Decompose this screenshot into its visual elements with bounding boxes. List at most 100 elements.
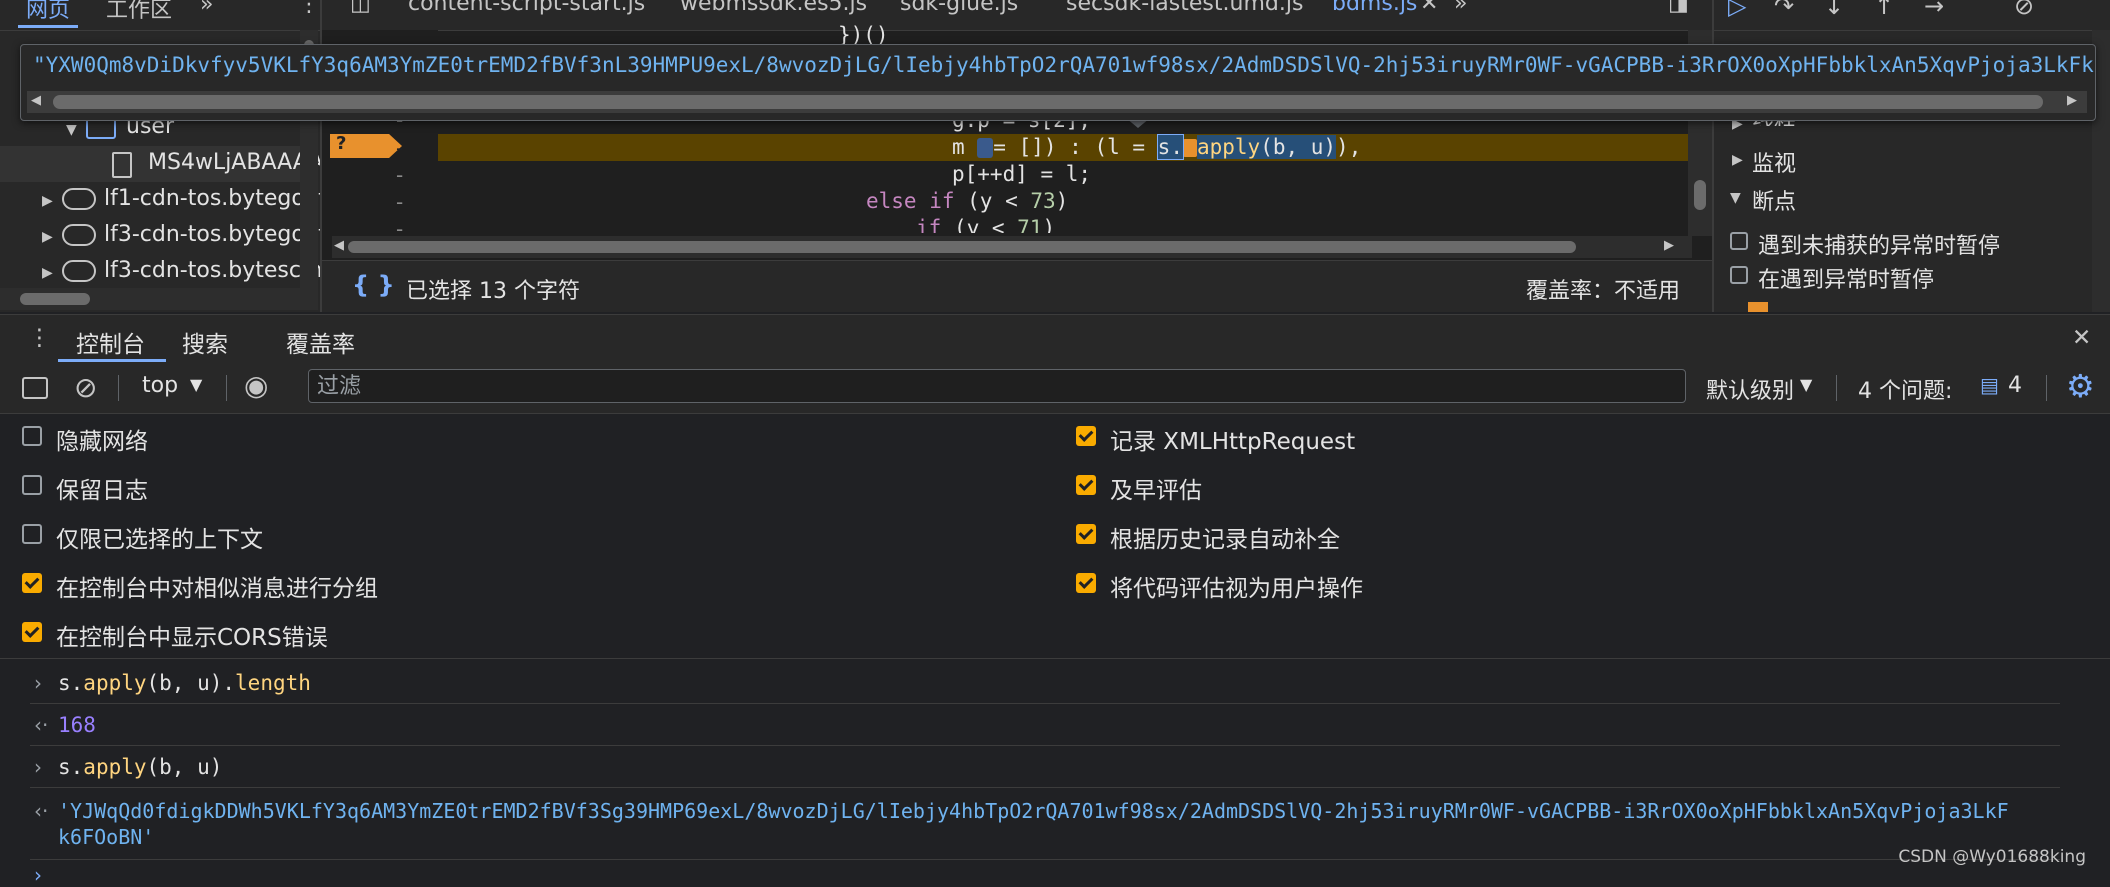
checkbox-checked[interactable] xyxy=(1076,524,1096,544)
scroll-right-icon[interactable]: ▶ xyxy=(1664,238,1674,253)
tree-item-file[interactable]: MS4wLjABAAAA xyxy=(148,150,320,175)
drawer-menu-icon[interactable]: ⋮ xyxy=(28,325,51,351)
tab-workspace[interactable]: 工作区 xyxy=(106,0,172,24)
expand-arrow-icon[interactable]: ▼ xyxy=(66,122,77,138)
line-number[interactable]: - xyxy=(396,136,403,160)
checkbox-checked[interactable] xyxy=(1076,573,1096,593)
tree-item-domain[interactable]: lf1-cdn-tos.bytegoofy xyxy=(104,186,320,211)
issues-message-icon[interactable]: ▤ xyxy=(1980,373,1999,397)
expand-arrow-icon[interactable]: ▶ xyxy=(42,229,53,245)
inline-breakpoint-icon[interactable] xyxy=(1182,139,1197,157)
message-divider xyxy=(30,703,2060,704)
toggle-navigator-icon[interactable]: ◫ xyxy=(350,0,371,16)
tab-page[interactable]: 网页 xyxy=(17,0,79,28)
paused-code-line: m = []) : (l = s. apply(b, u)), xyxy=(438,134,1692,161)
pause-uncaught-checkbox[interactable] xyxy=(1730,232,1748,250)
section-watch[interactable]: 监视 xyxy=(1752,146,1796,178)
evaluation-tooltip: "YXW0Qm8vDiDkvfyv5VKLfY3q6AM3YmZE0trEMD2… xyxy=(20,44,2096,121)
scrollbar-thumb[interactable] xyxy=(1694,180,1706,210)
deactivate-breakpoints-icon[interactable]: ⊘ xyxy=(2014,0,2034,20)
inline-breakpoint-icon[interactable] xyxy=(977,138,994,158)
close-drawer-icon[interactable]: ✕ xyxy=(2072,325,2091,351)
cloud-icon xyxy=(62,224,96,246)
checkbox-checked[interactable] xyxy=(1076,475,1096,495)
tab-console[interactable]: 控制台 xyxy=(76,325,145,359)
more-tabs-icon[interactable]: » xyxy=(1454,0,1467,16)
chevron-down-icon[interactable]: ▼ xyxy=(190,375,202,394)
coverage-status: 覆盖率：不适用 xyxy=(1526,279,1681,304)
toggle-debugger-icon[interactable]: ◨ xyxy=(1668,0,1689,16)
scroll-right-icon[interactable]: ▶ xyxy=(2067,93,2077,108)
more-options-icon[interactable]: ⋮ xyxy=(298,0,320,17)
console-input[interactable]: s.apply(b, u) xyxy=(58,755,2110,779)
resume-icon[interactable]: ▷ xyxy=(1728,0,1746,20)
line-number[interactable]: - xyxy=(396,190,403,214)
horizontal-scrollbar[interactable]: ◀ ▶ xyxy=(332,236,1692,258)
scrollbar-thumb[interactable] xyxy=(20,293,90,305)
scrollbar-thumb[interactable] xyxy=(348,241,1576,253)
console-result[interactable]: 'YJWqQd0fdigkDDWh5VKLfY3q6AM3YmZE0trEMD2… xyxy=(58,799,2110,823)
step-over-icon[interactable]: ↷ xyxy=(1774,0,1794,20)
gear-icon[interactable]: ⚙ xyxy=(2066,367,2095,405)
eye-icon[interactable]: ◉ xyxy=(244,369,268,402)
step-out-icon[interactable]: ↑ xyxy=(1874,0,1894,20)
collapse-arrow-icon[interactable]: ▼ xyxy=(1730,190,1741,206)
file-icon xyxy=(112,152,132,178)
scroll-left-icon[interactable]: ◀ xyxy=(31,93,41,108)
checkbox-checked[interactable] xyxy=(22,622,42,642)
filter-input[interactable] xyxy=(308,369,1686,403)
checkbox-checked[interactable] xyxy=(1076,426,1096,446)
context-selector[interactable]: top xyxy=(142,373,178,398)
horizontal-scrollbar[interactable] xyxy=(0,288,318,310)
message-divider xyxy=(30,787,2060,788)
tab-search[interactable]: 搜索 xyxy=(182,325,228,359)
console-prompt-icon[interactable]: › xyxy=(34,863,42,887)
step-into-icon[interactable]: ↓ xyxy=(1824,0,1844,20)
expand-arrow-icon[interactable]: ▶ xyxy=(1732,152,1743,168)
section-breakpoints[interactable]: 断点 xyxy=(1752,184,1796,216)
input-prompt-icon: › xyxy=(34,755,42,779)
log-level-dropdown[interactable]: 默认级别 xyxy=(1706,373,1794,405)
input-prompt-icon: › xyxy=(34,671,42,695)
clear-console-icon[interactable]: ⊘ xyxy=(74,371,97,404)
pretty-print-icon[interactable]: { } xyxy=(352,271,395,299)
tree-item-domain[interactable]: lf3-cdn-tos.bytegoofy xyxy=(104,222,320,247)
cloud-icon xyxy=(62,188,96,210)
scrollbar-thumb[interactable] xyxy=(53,95,2043,109)
scroll-left-icon[interactable]: ◀ xyxy=(334,238,344,253)
console-result-continued[interactable]: k6FOoBN' xyxy=(58,825,2110,849)
debugger-toolbar: ▷ ↷ ↓ ↑ → ⊘ xyxy=(1714,0,2110,31)
sidebar-toggle-icon[interactable] xyxy=(22,377,48,399)
pause-caught-checkbox[interactable] xyxy=(1730,266,1748,284)
chevron-down-icon[interactable]: ▼ xyxy=(1800,375,1812,394)
issues-count[interactable]: 4 xyxy=(2008,373,2022,398)
expand-arrow-icon[interactable]: ▶ xyxy=(42,265,53,281)
tab-coverage[interactable]: 覆盖率 xyxy=(286,325,355,359)
file-tab-active[interactable]: bdms.js xyxy=(1332,0,1417,16)
close-tab-icon[interactable]: ✕ xyxy=(1420,0,1438,16)
more-tabs-icon[interactable]: » xyxy=(200,0,213,17)
tree-item-domain[interactable]: lf3-cdn-tos.bytescm.c xyxy=(104,258,320,283)
tooltip-scrollbar[interactable]: ◀ ▶ xyxy=(27,91,2087,113)
file-tab[interactable]: content-script-start.js xyxy=(408,0,645,16)
output-arrow-icon: ‹· xyxy=(34,713,49,737)
file-tab[interactable]: secsdk-lastest.umd.js xyxy=(1066,0,1303,16)
step-icon[interactable]: → xyxy=(1924,0,1944,20)
console-input[interactable]: s.apply(b, u).length xyxy=(58,671,2110,695)
toolbar-divider xyxy=(2046,375,2047,401)
expand-arrow-icon[interactable]: ▶ xyxy=(42,193,53,209)
watermark: CSDN @Wy01688king xyxy=(1898,847,2086,867)
console-result[interactable]: 168 xyxy=(58,713,2110,737)
console-messages[interactable]: › s.apply(b, u).length ‹· 168 › s.apply(… xyxy=(0,659,2110,887)
line-number[interactable]: - xyxy=(396,163,403,187)
code-line: else if (y < 73) xyxy=(866,189,1069,213)
issues-label[interactable]: 4 个问题: xyxy=(1858,373,1952,405)
code-line: p[++d] = l; xyxy=(952,162,1092,186)
toolbar-divider xyxy=(1836,375,1837,401)
file-tab[interactable]: sdk-glue.js xyxy=(900,0,1018,16)
checkbox-checked[interactable] xyxy=(22,573,42,593)
checkbox[interactable] xyxy=(22,426,42,446)
checkbox[interactable] xyxy=(22,475,42,495)
checkbox[interactable] xyxy=(22,524,42,544)
file-tab[interactable]: webmssdk.es5.js xyxy=(680,0,867,16)
